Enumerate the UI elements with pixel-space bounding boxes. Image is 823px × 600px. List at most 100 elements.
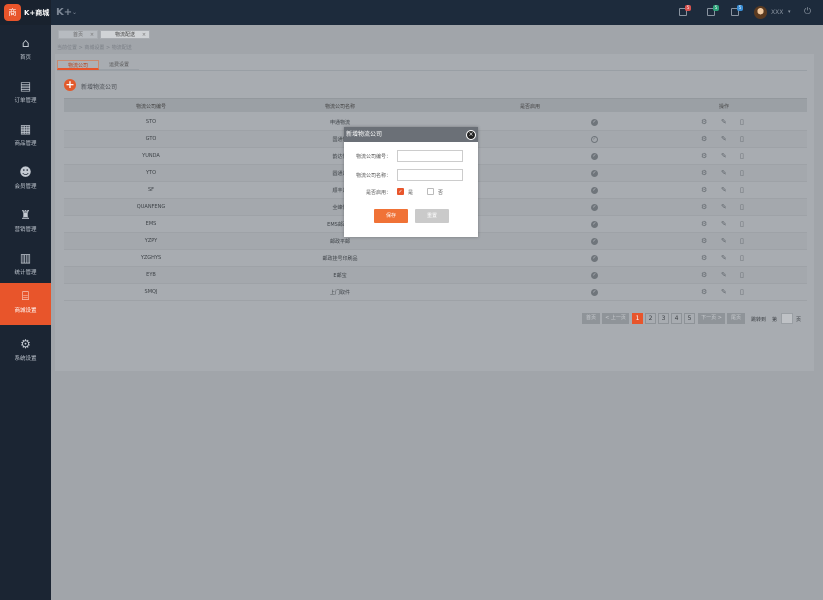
add-company-dialog: 新增物流公司 [344, 127, 478, 237]
sidebar-item-home[interactable]: ⌂ 首页 [0, 30, 51, 73]
edit-icon[interactable]: ✎ [721, 254, 727, 262]
reset-button[interactable]: 重置 [415, 209, 449, 223]
delete-icon[interactable]: ▯ [740, 169, 744, 177]
add-company-button[interactable]: 新增物流公司 [81, 82, 117, 91]
edit-icon[interactable]: ✎ [721, 271, 727, 279]
company-code: YZGHYS [140, 255, 162, 261]
company-name: 上门取件 [329, 290, 351, 296]
edit-icon[interactable]: ✎ [721, 237, 727, 245]
user-menu-caret-icon[interactable]: ▾ [788, 9, 791, 15]
settings-icon[interactable]: ⚙ [701, 220, 707, 228]
brand-caret-icon[interactable]: ⌄ [72, 9, 77, 16]
sidebar-item-label: 商品管理 [14, 141, 37, 147]
subtab-logistics-company[interactable]: 物流公司 [57, 60, 100, 70]
delete-icon[interactable]: ▯ [740, 203, 744, 211]
product-icon: ▦ [19, 122, 32, 136]
edit-icon[interactable]: ✎ [721, 220, 727, 228]
logo-badge-icon: 商 [4, 4, 21, 21]
edit-icon[interactable]: ✎ [721, 288, 727, 296]
dialog-close-icon[interactable]: × [466, 130, 476, 140]
page-button-4[interactable]: 4 [671, 313, 682, 324]
company-code: STO [145, 119, 157, 125]
company-name: 邮政挂号印刷品 [322, 256, 358, 262]
settings-icon[interactable]: ⚙ [701, 203, 707, 211]
company-code: YUNDA [142, 153, 160, 159]
delete-icon[interactable]: ▯ [740, 237, 744, 245]
save-button[interactable]: 保存 [374, 209, 408, 223]
company-code: QUANFENG [136, 204, 166, 210]
message-icon[interactable]: 5 [679, 5, 691, 16]
subtab-freight-settings[interactable]: 运费设置 [99, 60, 140, 70]
enabled-label: 是否启用： [366, 190, 392, 196]
divider [57, 70, 807, 71]
enabled-status-icon: ✓ [591, 119, 598, 126]
settings-icon[interactable]: ⚙ [701, 169, 707, 177]
settings-icon[interactable]: ⚙ [701, 254, 707, 262]
column-header: 是否启用 [519, 104, 541, 110]
edit-icon[interactable]: ✎ [721, 186, 727, 194]
delete-icon[interactable]: ▯ [740, 152, 744, 160]
message-count-badge: 5 [685, 5, 691, 11]
settings-icon[interactable]: ⚙ [701, 135, 707, 143]
sidebar-item-marketing[interactable]: ♜ 营销管理 [0, 202, 51, 245]
sidebar-item-members[interactable]: ☻ 会员管理 [0, 159, 51, 202]
last-page-button[interactable]: 尾页 [727, 313, 745, 324]
delete-icon[interactable]: ▯ [740, 220, 744, 228]
sidebar-item-stats[interactable]: ▥ 统计管理 [0, 245, 51, 288]
settings-icon[interactable]: ⚙ [701, 237, 707, 245]
add-icon[interactable]: + [64, 79, 76, 91]
prev-page-button[interactable]: < 上一页 [602, 313, 629, 324]
enabled-no-checkbox[interactable] [427, 188, 434, 195]
stats-icon: ▥ [19, 251, 32, 265]
task-count-badge: 5 [737, 5, 743, 11]
tab-label: 物流配送 [115, 32, 136, 38]
next-page-button[interactable]: 下一页 > [698, 313, 725, 324]
delete-icon[interactable]: ▯ [740, 118, 744, 126]
tab-home[interactable]: 首页 × [58, 30, 99, 39]
delete-icon[interactable]: ▯ [740, 288, 744, 296]
goto-page-input[interactable] [781, 313, 793, 324]
user-avatar[interactable] [754, 6, 767, 19]
page-button-2[interactable]: 2 [645, 313, 656, 324]
mail-count-badge: 5 [713, 5, 719, 11]
settings-icon[interactable]: ⚙ [701, 118, 707, 126]
tab-logistics[interactable]: 物流配送 × [100, 30, 151, 39]
settings-icon[interactable]: ⚙ [701, 152, 707, 160]
sidebar-item-label: 统计管理 [14, 270, 37, 276]
enabled-yes-checkbox[interactable]: ✓ [397, 188, 404, 195]
sidebar-item-system-settings[interactable]: ⚙ 系统设置 [0, 331, 51, 374]
sidebar: ⌂ 首页 ▤ 订单管理 ▦ 商品管理 ☻ 会员管理 ♜ 营销管理 ▥ 统计管理 … [0, 25, 51, 600]
user-name[interactable]: XXX [771, 9, 783, 16]
member-icon: ☻ [19, 165, 32, 179]
edit-icon[interactable]: ✎ [721, 118, 727, 126]
delete-icon[interactable]: ▯ [740, 271, 744, 279]
app-logo[interactable]: 商 K+商城 [0, 0, 51, 25]
edit-icon[interactable]: ✎ [721, 152, 727, 160]
settings-icon[interactable]: ⚙ [701, 271, 707, 279]
edit-icon[interactable]: ✎ [721, 169, 727, 177]
edit-icon[interactable]: ✎ [721, 203, 727, 211]
close-icon[interactable]: × [90, 31, 94, 39]
page-button-5[interactable]: 5 [684, 313, 695, 324]
page-button-3[interactable]: 3 [658, 313, 669, 324]
settings-icon[interactable]: ⚙ [701, 186, 707, 194]
first-page-button[interactable]: 首页 [582, 313, 600, 324]
delete-icon[interactable]: ▯ [740, 254, 744, 262]
dialog-title: 新增物流公司 [344, 127, 478, 142]
sidebar-item-products[interactable]: ▦ 商品管理 [0, 116, 51, 159]
mail-icon[interactable]: 5 [707, 5, 719, 16]
settings-icon[interactable]: ⚙ [701, 288, 707, 296]
company-code: EYB [146, 272, 156, 278]
column-header: 物流公司编号 [135, 104, 167, 110]
company-code-input[interactable] [397, 150, 463, 162]
page-button-1[interactable]: 1 [632, 313, 643, 324]
delete-icon[interactable]: ▯ [740, 135, 744, 143]
sidebar-item-store-settings[interactable]: ⌸ 商城设置 [0, 283, 51, 325]
close-icon[interactable]: × [142, 31, 146, 39]
sidebar-item-orders[interactable]: ▤ 订单管理 [0, 73, 51, 116]
power-icon[interactable]: ⏻ [804, 7, 811, 17]
company-name-input[interactable] [397, 169, 463, 181]
task-icon[interactable]: 5 [731, 5, 743, 16]
edit-icon[interactable]: ✎ [721, 135, 727, 143]
delete-icon[interactable]: ▯ [740, 186, 744, 194]
